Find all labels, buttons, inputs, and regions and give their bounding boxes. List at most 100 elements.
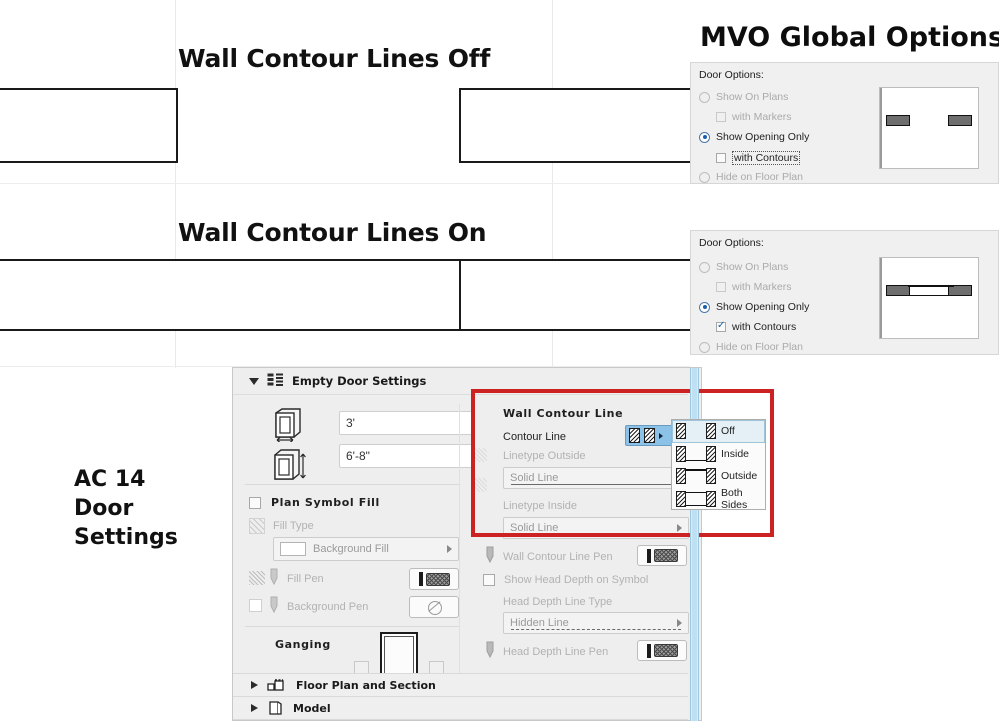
ac14-line-2: Door <box>74 496 134 521</box>
door-width-input[interactable]: 3' <box>339 411 473 435</box>
door-options-group-label-off: Door Options: <box>699 69 764 81</box>
pen-icon-background-pen <box>269 596 279 617</box>
door-height-input[interactable]: 6'-8" <box>339 444 473 468</box>
plan-gridline-horizontal <box>0 183 690 184</box>
dropdown-item-inside[interactable]: Inside <box>672 443 765 466</box>
head-depth-line-type-popup[interactable]: Hidden Line <box>503 612 689 634</box>
dropdown-item-outside[interactable]: Outside <box>672 465 765 488</box>
chevron-down-icon[interactable] <box>249 377 259 385</box>
linetype-outside-popup[interactable]: Solid Line <box>503 467 689 489</box>
fill-pen-button[interactable] <box>409 568 459 590</box>
preview-contour-bottom-on <box>908 294 954 296</box>
linetype-outside-preview-line <box>511 484 681 485</box>
label-head-depth-line-pen: Head Depth Line Pen <box>503 646 609 658</box>
checkbox-label-with-contours-off: with Contours <box>732 151 801 165</box>
column-divider <box>459 404 460 684</box>
label-linetype-inside: Linetype Inside <box>503 500 577 512</box>
checkbox-with-contours-on[interactable]: with Contours <box>716 320 796 333</box>
contour-both-sides-icon <box>676 490 716 507</box>
label-linetype-outside: Linetype Outside <box>503 450 586 462</box>
radio-show-on-plans-off[interactable]: Show On Plans <box>699 91 788 103</box>
chevron-right-icon-fill-type <box>447 545 452 553</box>
radio-label-show-opening-only-on: Show Opening Only <box>716 301 810 313</box>
checkbox-label-with-markers-off: with Markers <box>732 111 792 123</box>
dropdown-label-both-sides: Both Sides <box>721 486 748 511</box>
door-width-icon <box>273 408 303 445</box>
radio-icon-show-opening-only-off <box>699 131 710 143</box>
head-depth-line-pen-button[interactable] <box>637 640 687 661</box>
door-settings-icon <box>267 373 284 390</box>
empty-door-settings-dialog: Empty Door Settings 3' 6'-8" Plan Symbol… <box>232 367 702 721</box>
radio-icon-hide-on-floor-plan-off <box>699 171 710 183</box>
linetype-inside-value: Solid Line <box>510 522 559 534</box>
label-floor-plan-and-section: Floor Plan and Section <box>296 678 436 692</box>
contour-line-options-dropdown[interactable]: Off Inside Outside Both Sides <box>671 419 766 511</box>
radio-icon-show-on-plans-on <box>699 261 710 273</box>
fill-type-hatch-icon <box>249 518 265 534</box>
divider-above-plan-symbol-fill <box>245 484 459 485</box>
checkbox-with-markers-off[interactable]: with Markers <box>716 111 792 123</box>
ac14-line-1: AC 14 <box>74 467 146 492</box>
checkbox-icon-show-head-depth <box>483 574 495 586</box>
fill-type-popup[interactable]: Background Fill <box>273 537 459 561</box>
label-wall-contour-line-section: Wall Contour Line <box>503 407 624 420</box>
radio-label-hide-on-floor-plan-off: Hide on Floor Plan <box>716 171 803 183</box>
head-depth-line-type-value: Hidden Line <box>510 617 569 629</box>
wall-contour-line-pen-button[interactable] <box>637 545 687 566</box>
dropdown-item-off[interactable]: Off <box>672 420 765 443</box>
linetype-outside-value: Solid Line <box>510 472 559 484</box>
contour-inside-icon <box>676 445 716 462</box>
model-icon <box>267 700 284 716</box>
checkbox-plan-symbol-fill[interactable]: Plan Symbol Fill <box>249 496 379 509</box>
chevron-right-icon-model[interactable] <box>251 704 258 712</box>
dropdown-label-inside: Inside <box>721 447 750 460</box>
radio-hide-on-floor-plan-on[interactable]: Hide on Floor Plan <box>699 341 803 353</box>
pen-icon-fill-pen <box>269 568 279 589</box>
radio-show-on-plans-on[interactable]: Show On Plans <box>699 261 788 273</box>
contour-jamb-left-icon <box>629 428 640 443</box>
wall-segment-right-off <box>459 88 704 163</box>
radio-show-opening-only-off[interactable]: Show Opening Only <box>699 131 809 143</box>
linetype-inside-preview-line <box>511 534 681 535</box>
preview-jamb-right-off <box>948 115 972 126</box>
preview-wall-edge-off <box>880 88 882 168</box>
mvo-panel-contours-off: Door Options: Show On Plans with Markers… <box>690 62 999 184</box>
background-pen-button[interactable] <box>409 596 459 618</box>
label-model: Model <box>293 701 331 715</box>
section-row-floor-plan-and-section[interactable]: Floor Plan and Section <box>233 673 688 696</box>
label-background-pen: Background Pen <box>287 601 369 613</box>
fill-pen-hatch-icon <box>249 571 265 585</box>
radio-label-show-on-plans-on: Show On Plans <box>716 261 789 273</box>
dropdown-caret-icon <box>659 432 663 439</box>
floor-plan-icon <box>267 678 287 692</box>
radio-label-show-on-plans-off: Show On Plans <box>716 91 789 103</box>
label-wall-contour-line-pen: Wall Contour Line Pen <box>503 551 613 563</box>
checkbox-icon-with-contours-on <box>716 320 726 332</box>
dropdown-item-both-sides[interactable]: Both Sides <box>672 486 765 511</box>
contour-jamb-right-icon <box>644 428 655 443</box>
mvo-global-options-title: MVO Global Options <box>700 22 999 53</box>
pen-tip-icon-head-depth <box>646 643 651 658</box>
checkbox-show-head-depth[interactable]: Show Head Depth on Symbol <box>483 574 648 586</box>
pen-tip-icon-wall-contour <box>646 548 651 563</box>
radio-label-hide-on-floor-plan-on: Hide on Floor Plan <box>716 341 803 353</box>
preview-wall-edge-on <box>880 258 882 338</box>
plan-title-contours-off: Wall Contour Lines Off <box>178 44 491 73</box>
dialog-header[interactable]: Empty Door Settings <box>233 368 688 395</box>
radio-show-opening-only-on[interactable]: Show Opening Only <box>699 301 809 313</box>
linetype-outside-hatch-icon <box>475 448 487 462</box>
dropdown-label-outside: Outside <box>721 470 758 483</box>
linetype-inside-popup[interactable]: Solid Line <box>503 517 689 539</box>
chevron-right-icon-floor-plan[interactable] <box>251 681 258 689</box>
wall-segment-left-off <box>0 88 178 163</box>
checkbox-with-markers-on[interactable]: with Markers <box>716 281 792 293</box>
label-ganging: Ganging <box>275 638 331 651</box>
mvo-panel-contours-on: Door Options: Show On Plans with Markers… <box>690 230 999 355</box>
pen-color-swatch-head-depth <box>653 644 678 657</box>
checkbox-with-contours-off[interactable]: with Contours <box>716 151 801 165</box>
preview-jamb-left-on <box>886 285 910 296</box>
wall-opening-contour-on <box>176 259 461 331</box>
pen-tip-icon-fill <box>418 572 423 586</box>
section-row-model[interactable]: Model <box>233 696 688 719</box>
radio-hide-on-floor-plan-off[interactable]: Hide on Floor Plan <box>699 171 803 183</box>
